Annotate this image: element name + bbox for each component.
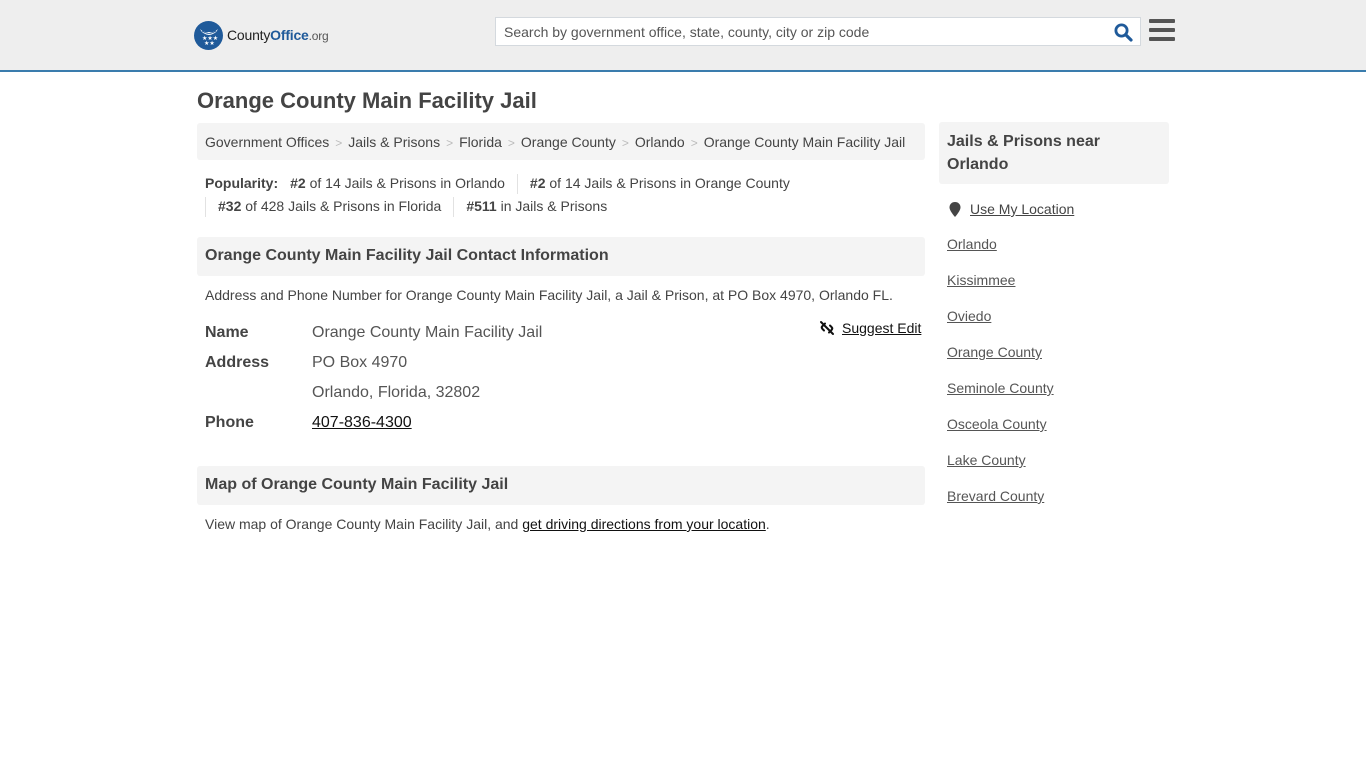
logo-wordmark: CountyOffice.org — [227, 27, 329, 43]
contact-section-heading: Orange County Main Facility Jail Contact… — [197, 237, 925, 276]
logo-org: .org — [308, 29, 329, 43]
logo-office: Office — [270, 27, 309, 43]
breadcrumb-orlando[interactable]: Orlando — [635, 134, 685, 150]
nearby-link-oviedo[interactable]: Oviedo — [947, 308, 991, 324]
driving-directions-link[interactable]: get driving directions from your locatio… — [522, 516, 766, 532]
nearby-link-orlando[interactable]: Orlando — [947, 236, 997, 252]
info-row-name: Name Orange County Main Facility Jail — [205, 318, 925, 348]
list-item: Kissimmee — [947, 272, 1054, 308]
site-logo[interactable]: ★★★ ★★ CountyOffice.org — [194, 20, 329, 50]
breadcrumb-florida[interactable]: Florida — [459, 134, 502, 150]
breadcrumb-jails-prisons[interactable]: Jails & Prisons — [348, 134, 440, 150]
address-label: Address — [205, 354, 270, 371]
list-item: Seminole County — [947, 380, 1054, 416]
map-desc-suffix: . — [765, 516, 770, 532]
search-icon — [1114, 23, 1133, 42]
breadcrumb-government-offices[interactable]: Government Offices — [205, 134, 329, 150]
list-item: Orlando — [947, 236, 1054, 272]
divider — [516, 173, 518, 194]
name-value: Orange County Main Facility Jail — [312, 324, 543, 341]
popularity-rankings: Popularity: #2 of 14 Jails & Prisons in … — [205, 172, 925, 218]
map-description: View map of Orange County Main Facility … — [205, 516, 770, 532]
list-item: Orange County — [947, 344, 1054, 380]
svg-text:★★: ★★ — [204, 40, 215, 46]
popularity-item: #511 in Jails & Prisons — [466, 195, 607, 218]
nearby-link-osceola-county[interactable]: Osceola County — [947, 416, 1047, 432]
contact-info-table: Name Orange County Main Facility Jail Ad… — [205, 318, 925, 438]
address-line1: PO Box 4970 — [312, 354, 408, 371]
popularity-label: Popularity: — [205, 175, 279, 191]
search-input[interactable] — [496, 18, 1106, 45]
popularity-text: of 428 Jails & Prisons in Florida — [241, 198, 442, 214]
list-item: Oviedo — [947, 308, 1054, 344]
nearby-link-lake-county[interactable]: Lake County — [947, 452, 1026, 468]
breadcrumb-current: Orange County Main Facility Jail — [703, 134, 906, 150]
popularity-text: of 14 Jails & Prisons in Orange County — [545, 175, 790, 191]
address-line2: Orlando, Florida, 32802 — [312, 384, 481, 401]
use-my-location-link[interactable]: Use My Location — [949, 201, 1074, 217]
suggest-edit-link[interactable]: Suggest Edit — [819, 320, 921, 336]
logo-county: County — [227, 27, 271, 43]
map-desc-prefix: View map of Orange County Main Facility … — [205, 516, 523, 532]
name-label: Name — [205, 324, 249, 341]
list-item: Osceola County — [947, 416, 1054, 452]
map-pin-icon — [949, 201, 961, 217]
nearby-link-kissimmee[interactable]: Kissimmee — [947, 272, 1015, 288]
eagle-stars-badge-icon: ★★★ ★★ — [194, 20, 223, 50]
page-title: Orange County Main Facility Jail — [197, 88, 537, 113]
nearby-list: Orlando Kissimmee Oviedo Orange County S… — [947, 236, 1054, 524]
breadcrumb: Government Offices > Jails & Prisons > Flori… — [197, 123, 925, 160]
suggest-edit-label: Suggest Edit — [842, 320, 922, 336]
divider — [205, 196, 206, 217]
info-row-address-2: Orlando, Florida, 32802 — [205, 378, 925, 408]
map-section-heading: Map of Orange County Main Facility Jail — [197, 466, 925, 505]
contact-description: Address and Phone Number for Orange Coun… — [205, 287, 893, 303]
list-item: Brevard County — [947, 488, 1054, 524]
popularity-rank: #511 — [466, 198, 497, 214]
sidebar-heading: Jails & Prisons near Orlando — [939, 122, 1169, 184]
breadcrumb-separator: > — [335, 136, 343, 150]
breadcrumb-orange-county[interactable]: Orange County — [521, 134, 616, 150]
breadcrumb-separator: > — [446, 136, 454, 150]
popularity-row: #32 of 428 Jails & Prisons in Florida #5… — [205, 195, 925, 218]
hamburger-menu-icon[interactable] — [1149, 19, 1175, 43]
nearby-link-seminole-county[interactable]: Seminole County — [947, 380, 1054, 396]
popularity-rank: #2 — [529, 175, 546, 191]
broken-link-icon — [819, 320, 835, 336]
use-my-location-label: Use My Location — [970, 201, 1075, 217]
phone-link[interactable]: 407-836-4300 — [312, 414, 412, 431]
popularity-item: #2 of 14 Jails & Prisons in Orlando — [290, 172, 505, 195]
site-header: ★★★ ★★ CountyOffice.org — [0, 0, 1366, 72]
popularity-text: of 14 Jails & Prisons in Orlando — [305, 175, 505, 191]
popularity-rank: #2 — [290, 175, 306, 191]
search-box — [495, 17, 1141, 46]
info-row-address: Address PO Box 4970 — [205, 348, 925, 378]
popularity-item: #32 of 428 Jails & Prisons in Florida — [218, 195, 441, 218]
popularity-item: #2 of 14 Jails & Prisons in Orange Count… — [530, 172, 790, 195]
list-item: Lake County — [947, 452, 1054, 488]
popularity-row: Popularity: #2 of 14 Jails & Prisons in … — [205, 172, 925, 195]
search-button[interactable] — [1112, 21, 1134, 43]
popularity-rank: #32 — [218, 198, 242, 214]
divider — [453, 196, 455, 217]
breadcrumb-separator: > — [690, 136, 698, 150]
info-row-phone: Phone 407-836-4300 — [205, 408, 925, 438]
nearby-link-orange-county[interactable]: Orange County — [947, 344, 1042, 360]
breadcrumb-separator: > — [507, 136, 515, 150]
nearby-link-brevard-county[interactable]: Brevard County — [947, 488, 1044, 504]
breadcrumb-separator: > — [621, 136, 629, 150]
phone-label: Phone — [205, 414, 254, 431]
popularity-text: in Jails & Prisons — [496, 198, 608, 214]
